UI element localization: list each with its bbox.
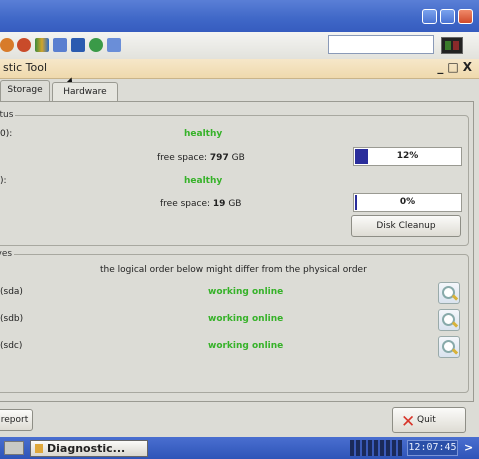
disk-status: healthy — [184, 176, 223, 186]
indicator-icon — [441, 37, 463, 54]
usage-percent: 0% — [399, 197, 416, 207]
order-note: the logical order below might differ fro… — [100, 265, 367, 275]
magnifier-icon[interactable] — [438, 336, 460, 358]
usage-bar: 12% — [353, 147, 462, 166]
free-space-text: free space: 797 GB — [157, 153, 245, 163]
tab-hardware[interactable]: Hardware — [52, 82, 118, 102]
group-legend: ives — [0, 249, 13, 259]
magnifier-icon[interactable] — [438, 282, 460, 304]
taskbar-item-diagnostic[interactable]: Diagnostic... — [30, 440, 148, 457]
window-controls[interactable]: _□X — [437, 60, 476, 74]
magnifier-icon[interactable] — [438, 309, 460, 331]
report-button[interactable]: report — [0, 409, 33, 431]
drive-status: working online — [208, 287, 284, 297]
close-icon[interactable] — [458, 9, 473, 24]
disk-label: ): — [0, 176, 7, 186]
search-input[interactable] — [328, 35, 434, 54]
clock: 12:07:45 — [407, 440, 458, 456]
tab-storage[interactable]: Storage — [0, 80, 50, 102]
window-titlebar — [0, 0, 479, 32]
disk-label: 0): — [0, 129, 13, 139]
minimize-icon[interactable] — [422, 9, 437, 24]
quit-label: Quit — [417, 415, 436, 425]
arrow-right-icon[interactable]: > — [464, 441, 473, 454]
group-legend: atus — [0, 110, 14, 120]
usage-percent: 12% — [396, 151, 419, 161]
show-desktop-icon[interactable] — [4, 441, 24, 455]
drive-status: working online — [208, 341, 284, 351]
drive-label: (sda) — [0, 287, 23, 297]
app-icon[interactable] — [0, 38, 14, 52]
quit-button[interactable]: ✕ Quit — [392, 407, 466, 433]
drive-label: (sdc) — [0, 341, 23, 351]
app-title: stic Tool — [3, 61, 48, 74]
free-space-text: free space: 19 GB — [160, 199, 242, 209]
app-icon — [35, 444, 43, 453]
globe-icon[interactable] — [89, 38, 103, 52]
taskbar: Diagnostic... 12:07:45 > — [0, 437, 479, 459]
tools-icon[interactable] — [107, 38, 121, 52]
font-icon[interactable] — [53, 38, 67, 52]
close-icon: ✕ — [401, 412, 416, 432]
taskbar-item-label: Diagnostic... — [47, 442, 126, 455]
pager-icon[interactable] — [350, 440, 402, 456]
drive-status: working online — [208, 314, 284, 324]
drive-label: (sdb) — [0, 314, 24, 324]
refresh-icon[interactable] — [17, 38, 31, 52]
disk-status: healthy — [184, 129, 223, 139]
app-titlebar: stic Tool _□X — [0, 59, 479, 79]
puzzle-icon[interactable] — [35, 38, 49, 52]
disk-cleanup-button[interactable]: Disk Cleanup — [351, 215, 461, 237]
usage-bar: 0% — [353, 193, 462, 212]
maximize-icon[interactable] — [440, 9, 455, 24]
book-icon[interactable] — [71, 38, 85, 52]
